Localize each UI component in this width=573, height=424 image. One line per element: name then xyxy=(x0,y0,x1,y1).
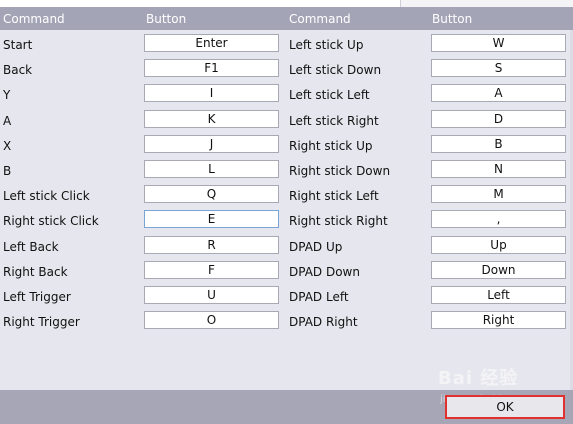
key-binding-field[interactable]: Up xyxy=(431,236,566,254)
key-binding-field[interactable]: S xyxy=(431,59,566,77)
header-command-left: Command xyxy=(3,12,65,26)
key-binding-field[interactable]: M xyxy=(431,185,566,203)
command-label: Y xyxy=(3,88,11,102)
key-binding-field[interactable]: Right xyxy=(431,311,566,329)
key-binding-field[interactable]: U xyxy=(144,286,279,304)
key-binding-field[interactable]: Enter xyxy=(144,34,279,52)
command-label: DPAD Left xyxy=(289,290,349,304)
command-label: Right stick Down xyxy=(289,164,391,178)
command-label: Left stick Down xyxy=(289,63,382,77)
header-command-right: Command xyxy=(289,12,351,26)
top-strip xyxy=(400,0,573,7)
key-binding-field[interactable]: O xyxy=(144,311,279,329)
key-binding-field[interactable]: E xyxy=(144,210,279,228)
command-label: X xyxy=(3,139,12,153)
command-label: Right Trigger xyxy=(3,315,80,329)
table-row: Start Enter Left stick Up W xyxy=(0,33,573,58)
header-button-right: Button xyxy=(432,12,473,26)
key-binding-field[interactable]: N xyxy=(431,160,566,178)
command-label: Right stick Up xyxy=(289,139,373,153)
table-row: Y I Left stick Left A xyxy=(0,83,573,108)
command-label: Left stick Up xyxy=(289,38,364,52)
command-label: B xyxy=(3,164,12,178)
key-binding-field[interactable]: I xyxy=(144,84,279,102)
table-row: Left Back R DPAD Up Up xyxy=(0,235,573,260)
key-binding-field[interactable]: Left xyxy=(431,286,566,304)
table-row: A K Left stick Right D xyxy=(0,109,573,134)
table-row: Right stick Click E Right stick Right, xyxy=(0,209,573,234)
table-row: Left stick Click Q Right stick Left M xyxy=(0,184,573,209)
dialog-top-edge xyxy=(0,0,573,7)
command-label: Right stick Click xyxy=(3,214,99,228)
key-binding-field[interactable]: A xyxy=(431,84,566,102)
command-label: Right stick Right xyxy=(289,214,388,228)
table-header: Command Button Command Button xyxy=(0,7,573,30)
key-binding-field[interactable]: B xyxy=(431,135,566,153)
command-label: DPAD Right xyxy=(289,315,358,329)
command-label: Start xyxy=(3,38,33,52)
key-binding-field[interactable]: F1 xyxy=(144,59,279,77)
key-binding-field[interactable]: K xyxy=(144,110,279,128)
command-label: Left Back xyxy=(3,240,59,254)
key-mapping-dialog: Command Button Command Button Start Enter… xyxy=(0,0,573,424)
command-label: DPAD Down xyxy=(289,265,360,279)
table-row: X J Right stick Up B xyxy=(0,134,573,159)
ok-button[interactable]: OK xyxy=(445,395,565,419)
command-label: A xyxy=(3,114,12,128)
key-binding-field[interactable]: R xyxy=(144,236,279,254)
table-row: Left Trigger U DPAD Left Left xyxy=(0,285,573,310)
command-label: Right Back xyxy=(3,265,68,279)
table-row: Right Trigger O DPAD Right Right xyxy=(0,310,573,335)
key-binding-field[interactable]: D xyxy=(431,110,566,128)
table-row: B L Right stick Down N xyxy=(0,159,573,184)
key-binding-field[interactable]: Q xyxy=(144,185,279,203)
key-binding-field[interactable]: F xyxy=(144,261,279,279)
key-binding-field[interactable]: J xyxy=(144,135,279,153)
table-row: Right Back F DPAD Down Down xyxy=(0,260,573,285)
header-button-left: Button xyxy=(146,12,187,26)
command-label: Back xyxy=(3,63,33,77)
command-label: Left stick Click xyxy=(3,189,90,203)
command-label: DPAD Up xyxy=(289,240,343,254)
command-label: Left stick Left xyxy=(289,88,370,102)
command-label: Left Trigger xyxy=(3,290,71,304)
key-binding-field[interactable]: L xyxy=(144,160,279,178)
key-binding-field[interactable]: Down xyxy=(431,261,566,279)
watermark-logo: Bai 经验 xyxy=(438,368,519,389)
table-row: Back F1 Left stick Down S xyxy=(0,58,573,83)
key-binding-field[interactable]: , xyxy=(431,210,566,228)
command-label: Left stick Right xyxy=(289,114,379,128)
key-binding-field[interactable]: W xyxy=(431,34,566,52)
command-label: Right stick Left xyxy=(289,189,379,203)
